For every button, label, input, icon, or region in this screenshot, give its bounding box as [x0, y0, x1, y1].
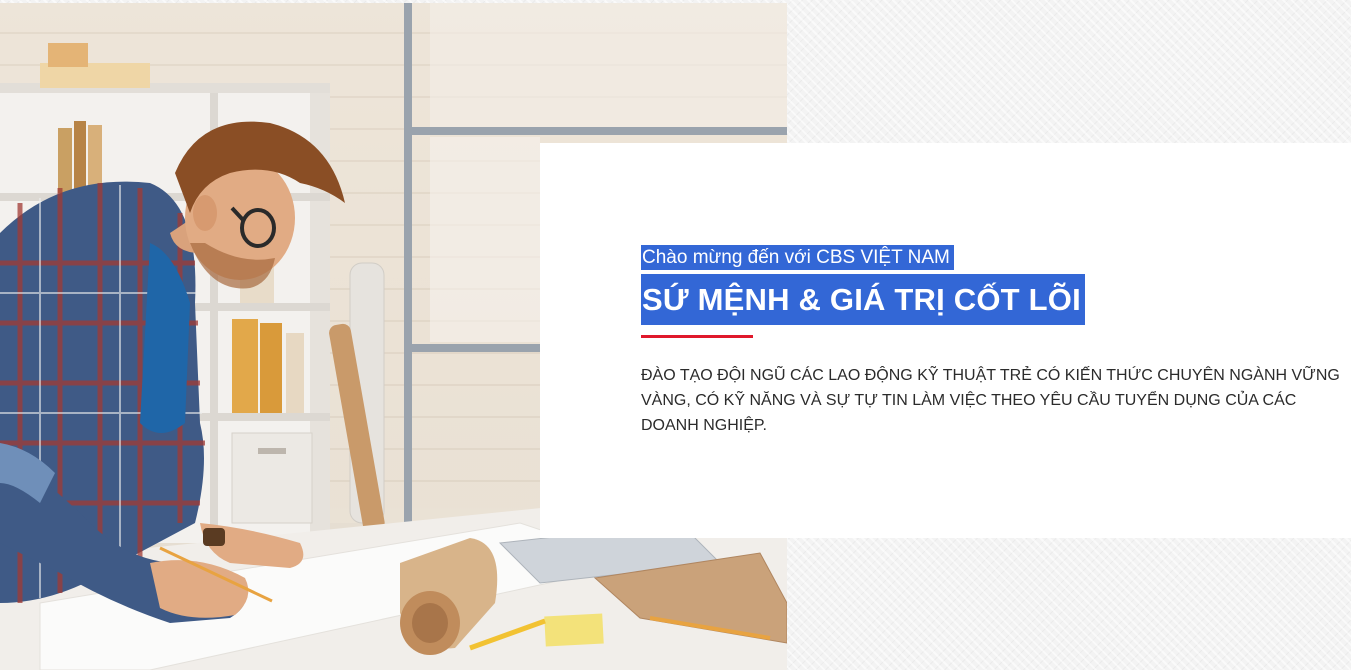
- welcome-text: Chào mừng đến với CBS VIỆT NAM: [641, 245, 954, 270]
- mission-statement: ĐÀO TẠO ĐỘI NGŨ CÁC LAO ĐỘNG KỸ THUẬT TR…: [641, 367, 1340, 434]
- section-title: SỨ MỆNH & GIÁ TRỊ CỐT LÕI: [641, 274, 1085, 325]
- mission-card: Chào mừng đến với CBS VIỆT NAM SỨ MỆNH &…: [540, 143, 1351, 538]
- title-underline: [641, 335, 753, 338]
